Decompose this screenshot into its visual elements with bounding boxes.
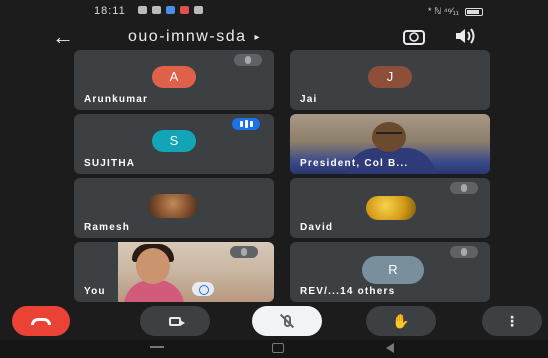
avatar: A bbox=[152, 66, 196, 88]
participant-name: David bbox=[300, 222, 334, 233]
switch-camera-icon[interactable] bbox=[402, 28, 426, 46]
hand-icon: ✋ bbox=[392, 312, 410, 329]
phone-hangup-icon bbox=[31, 317, 51, 325]
meeting-code: ouo-imnw-sda bbox=[128, 28, 247, 45]
avatar-photo bbox=[148, 194, 198, 218]
participant-name: You bbox=[84, 286, 106, 297]
mic-muted-icon bbox=[234, 54, 262, 66]
mic-muted-icon bbox=[450, 246, 478, 258]
more-vert-icon: ⋮ bbox=[505, 312, 519, 329]
participant-name: Arunkumar bbox=[84, 94, 149, 105]
speaker-icon[interactable] bbox=[454, 26, 476, 46]
meeting-code-button[interactable]: ouo-imnw-sda ▸ bbox=[128, 28, 261, 46]
signal-text: * ℕ ⁴⁶⁄₁₁ bbox=[428, 6, 459, 16]
recents-icon[interactable] bbox=[150, 346, 164, 348]
notification-icon bbox=[152, 6, 161, 14]
system-nav-bar bbox=[0, 340, 548, 358]
participant-tile-you[interactable]: You bbox=[74, 242, 274, 302]
participant-tile-others[interactable]: R REV/...14 others bbox=[290, 242, 490, 302]
participant-tile-jai[interactable]: J Jai bbox=[290, 50, 490, 110]
avatar: S bbox=[152, 130, 196, 152]
notification-icon bbox=[194, 6, 203, 14]
mic-muted-icon bbox=[230, 246, 258, 258]
battery-icon bbox=[464, 7, 483, 16]
participant-name: Ramesh bbox=[84, 222, 131, 233]
notification-icon bbox=[166, 6, 175, 14]
avatar: J bbox=[368, 66, 412, 88]
participant-name: REV/...14 others bbox=[300, 286, 396, 297]
mic-toggle-button[interactable] bbox=[252, 306, 322, 336]
participant-tile-david[interactable]: David bbox=[290, 178, 490, 238]
avatar: R bbox=[362, 256, 424, 284]
participant-tile-president[interactable]: President, Col B... bbox=[290, 114, 490, 174]
status-bar: 18:11 * ℕ ⁴⁶⁄₁₁ bbox=[0, 0, 548, 22]
notification-icon bbox=[138, 6, 147, 14]
effects-icon[interactable] bbox=[192, 282, 214, 296]
raise-hand-button[interactable]: ✋ bbox=[366, 306, 436, 336]
more-options-button[interactable]: ⋮ bbox=[482, 306, 542, 336]
status-system-icons: * ℕ ⁴⁶⁄₁₁ bbox=[428, 6, 483, 17]
participant-tile-sujitha[interactable]: S SUJITHA bbox=[74, 114, 274, 174]
participant-name: President, Col B... bbox=[300, 158, 409, 169]
back-arrow-icon[interactable]: ← bbox=[52, 24, 74, 50]
status-notification-icons bbox=[138, 6, 203, 14]
end-call-button[interactable] bbox=[12, 306, 70, 336]
participant-tile-arunkumar[interactable]: A Arunkumar bbox=[74, 50, 274, 110]
participant-tile-ramesh[interactable]: Ramesh bbox=[74, 178, 274, 238]
home-icon[interactable] bbox=[272, 343, 284, 353]
participant-name: Jai bbox=[300, 94, 318, 105]
avatar-photo bbox=[366, 196, 416, 220]
speaking-indicator-icon bbox=[232, 118, 260, 130]
call-controls: ✋ ⋮ bbox=[0, 306, 548, 336]
meeting-top-bar: ← ouo-imnw-sda ▸ bbox=[0, 22, 548, 52]
participant-name: SUJITHA bbox=[84, 158, 136, 169]
mic-muted-icon bbox=[450, 182, 478, 194]
status-time: 18:11 bbox=[94, 5, 126, 17]
chevron-right-icon: ▸ bbox=[254, 31, 262, 43]
notification-icon bbox=[180, 6, 189, 14]
back-icon[interactable] bbox=[386, 343, 394, 353]
camera-icon bbox=[169, 316, 185, 326]
camera-toggle-button[interactable] bbox=[140, 306, 210, 336]
